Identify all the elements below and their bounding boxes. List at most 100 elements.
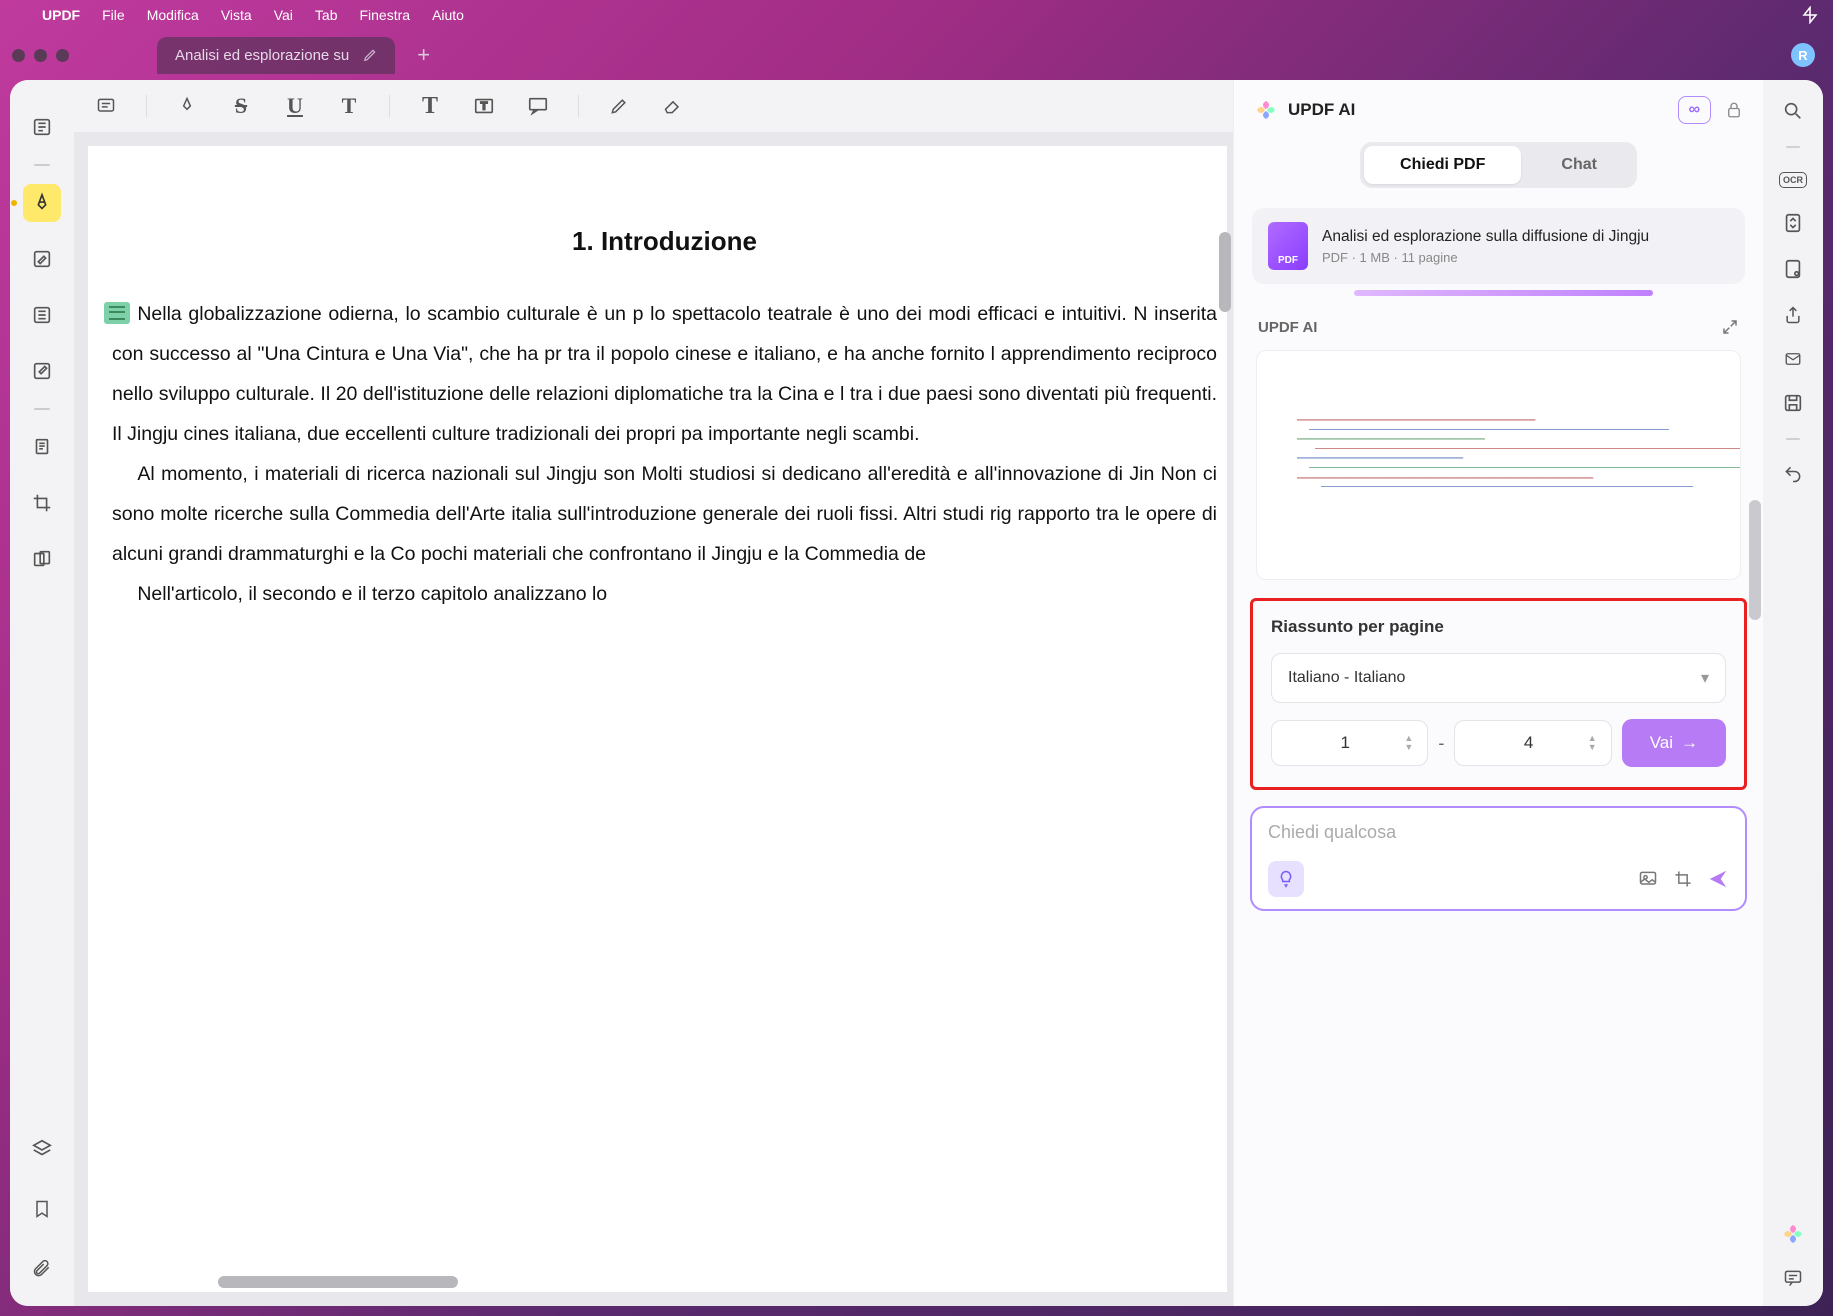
page-tools-icon[interactable] [23,296,61,334]
menu-window[interactable]: Finestra [359,7,410,23]
highlight-tool-icon[interactable] [173,92,201,120]
ask-input[interactable] [1268,822,1729,843]
textbox-tool-icon[interactable]: T [470,92,498,120]
horizontal-scrollbar[interactable] [218,1276,458,1288]
image-attach-icon[interactable] [1637,869,1659,889]
updf-ai-logo-icon [1254,98,1278,122]
annotate-mode-icon[interactable] [23,184,61,222]
left-toolbar [10,80,74,1306]
separator [389,95,390,117]
tab-chat[interactable]: Chat [1525,146,1633,184]
expand-icon[interactable] [1721,318,1739,336]
document-tab[interactable]: Analisi ed esplorazione su [157,37,395,74]
document-meta: PDF · 1 MB · 11 pagine [1322,250,1649,265]
share-icon[interactable] [1783,304,1803,326]
email-icon[interactable] [1782,350,1804,368]
menu-view[interactable]: Vista [221,7,252,23]
sticky-note-annotation-icon[interactable] [104,302,130,324]
window-controls[interactable] [12,49,69,62]
menu-edit[interactable]: Modifica [147,7,199,23]
ai-response-label: UPDF AI [1234,296,1763,344]
mindmap-content: ━━━━━━━━━━━━━━━━━━━━━━━━━━━━━━━━━━━━━━━━… [1257,351,1740,504]
summary-by-pages-box: Riassunto per pagine Italiano - Italiano… [1250,598,1747,790]
paragraph: Al momento, i materiali di ricerca nazio… [112,455,1217,575]
callout-tool-icon[interactable] [524,92,552,120]
form-mode-icon[interactable] [23,352,61,390]
organize-pages-icon[interactable] [23,428,61,466]
ai-mode-tabs: Chiedi PDF Chat [1234,136,1763,202]
squiggly-tool-icon[interactable]: T [335,92,363,120]
chevron-down-icon: ▾ [1701,668,1709,688]
tab-ask-pdf[interactable]: Chiedi PDF [1364,146,1521,184]
layers-icon[interactable] [23,1130,61,1168]
page-from-input[interactable]: 1 ▲▼ [1271,720,1428,766]
reader-mode-icon[interactable] [23,108,61,146]
document-chip[interactable]: Analisi ed esplorazione sulla diffusione… [1252,208,1745,284]
page-viewport[interactable]: 1. Introduzione Nella globalizzazione od… [74,132,1233,1306]
eraser-tool-icon[interactable] [659,92,687,120]
paragraph: Nella globalizzazione odierna, lo scambi… [112,295,1217,455]
separator [146,95,147,117]
crop-attach-icon[interactable] [1673,869,1693,889]
unlimited-badge[interactable]: ∞ [1678,96,1711,124]
undo-icon[interactable] [1782,464,1804,484]
menu-go[interactable]: Vai [274,7,293,23]
go-button[interactable]: Vai → [1622,719,1726,767]
rename-tab-icon[interactable] [363,48,377,62]
underline-tool-icon[interactable]: U [281,92,309,120]
language-select[interactable]: Italiano - Italiano ▾ [1271,653,1726,703]
language-value: Italiano - Italiano [1288,669,1405,687]
ai-assistant-icon[interactable] [1781,1222,1805,1246]
vertical-scrollbar[interactable] [1219,232,1231,312]
lock-icon[interactable] [1725,100,1743,120]
svg-text:T: T [481,101,488,113]
separator [34,408,50,410]
summary-heading: Riassunto per pagine [1271,617,1726,637]
separator [1786,438,1800,440]
user-avatar[interactable]: R [1791,43,1815,67]
text-tool-icon[interactable]: T [416,92,444,120]
paragraph: Nell'articolo, il secondo e il terzo cap… [112,575,1217,615]
app-menu[interactable]: UPDF [42,7,80,23]
search-icon[interactable] [1782,100,1804,122]
system-menubar: UPDF File Modifica Vista Vai Tab Finestr… [0,0,1833,30]
tab-strip: Analisi ed esplorazione su + R [0,30,1833,80]
suggestions-icon[interactable] [1268,861,1304,897]
stepper-icon[interactable]: ▲▼ [1588,734,1597,752]
annotation-toolbar: S U T T T [74,80,1233,132]
pencil-tool-icon[interactable] [605,92,633,120]
range-separator: - [1438,733,1444,754]
mindmap-preview[interactable]: ━━━━━━━━━━━━━━━━━━━━━━━━━━━━━━━━━━━━━━━━… [1256,350,1741,580]
send-icon[interactable] [1707,868,1729,890]
ask-input-box [1250,806,1747,911]
convert-icon[interactable] [1782,212,1804,234]
menu-tab[interactable]: Tab [315,7,338,23]
save-icon[interactable] [1782,392,1804,414]
compare-icon[interactable] [23,540,61,578]
bookmark-icon[interactable] [23,1190,61,1228]
heading: 1. Introduzione [112,226,1217,257]
menu-help[interactable]: Aiuto [432,7,464,23]
page-to-input[interactable]: 4 ▲▼ [1454,720,1611,766]
pdf-page: 1. Introduzione Nella globalizzazione od… [88,146,1227,1292]
pdf-file-icon [1268,222,1308,270]
compress-icon[interactable] [1782,258,1804,280]
edit-mode-icon[interactable] [23,240,61,278]
menu-file[interactable]: File [102,7,125,23]
comments-icon[interactable] [1782,1268,1804,1288]
app-window: S U T T T 1. Introduzione Nella globaliz… [10,80,1823,1306]
close-window-icon[interactable] [12,49,25,62]
new-tab-button[interactable]: + [403,42,444,68]
note-tool-icon[interactable] [92,92,120,120]
ai-panel: UPDF AI ∞ Chiedi PDF Chat Analisi ed esp… [1233,80,1763,1306]
menubar-status-icon[interactable] [1801,6,1819,24]
ocr-icon[interactable]: OCR [1779,172,1807,188]
minimize-window-icon[interactable] [34,49,47,62]
attachment-icon[interactable] [23,1250,61,1288]
crop-icon[interactable] [23,484,61,522]
fullscreen-window-icon[interactable] [56,49,69,62]
ai-panel-scrollbar[interactable] [1749,500,1761,620]
page-from-value: 1 [1286,733,1404,753]
stepper-icon[interactable]: ▲▼ [1404,734,1413,752]
strikethrough-tool-icon[interactable]: S [227,92,255,120]
